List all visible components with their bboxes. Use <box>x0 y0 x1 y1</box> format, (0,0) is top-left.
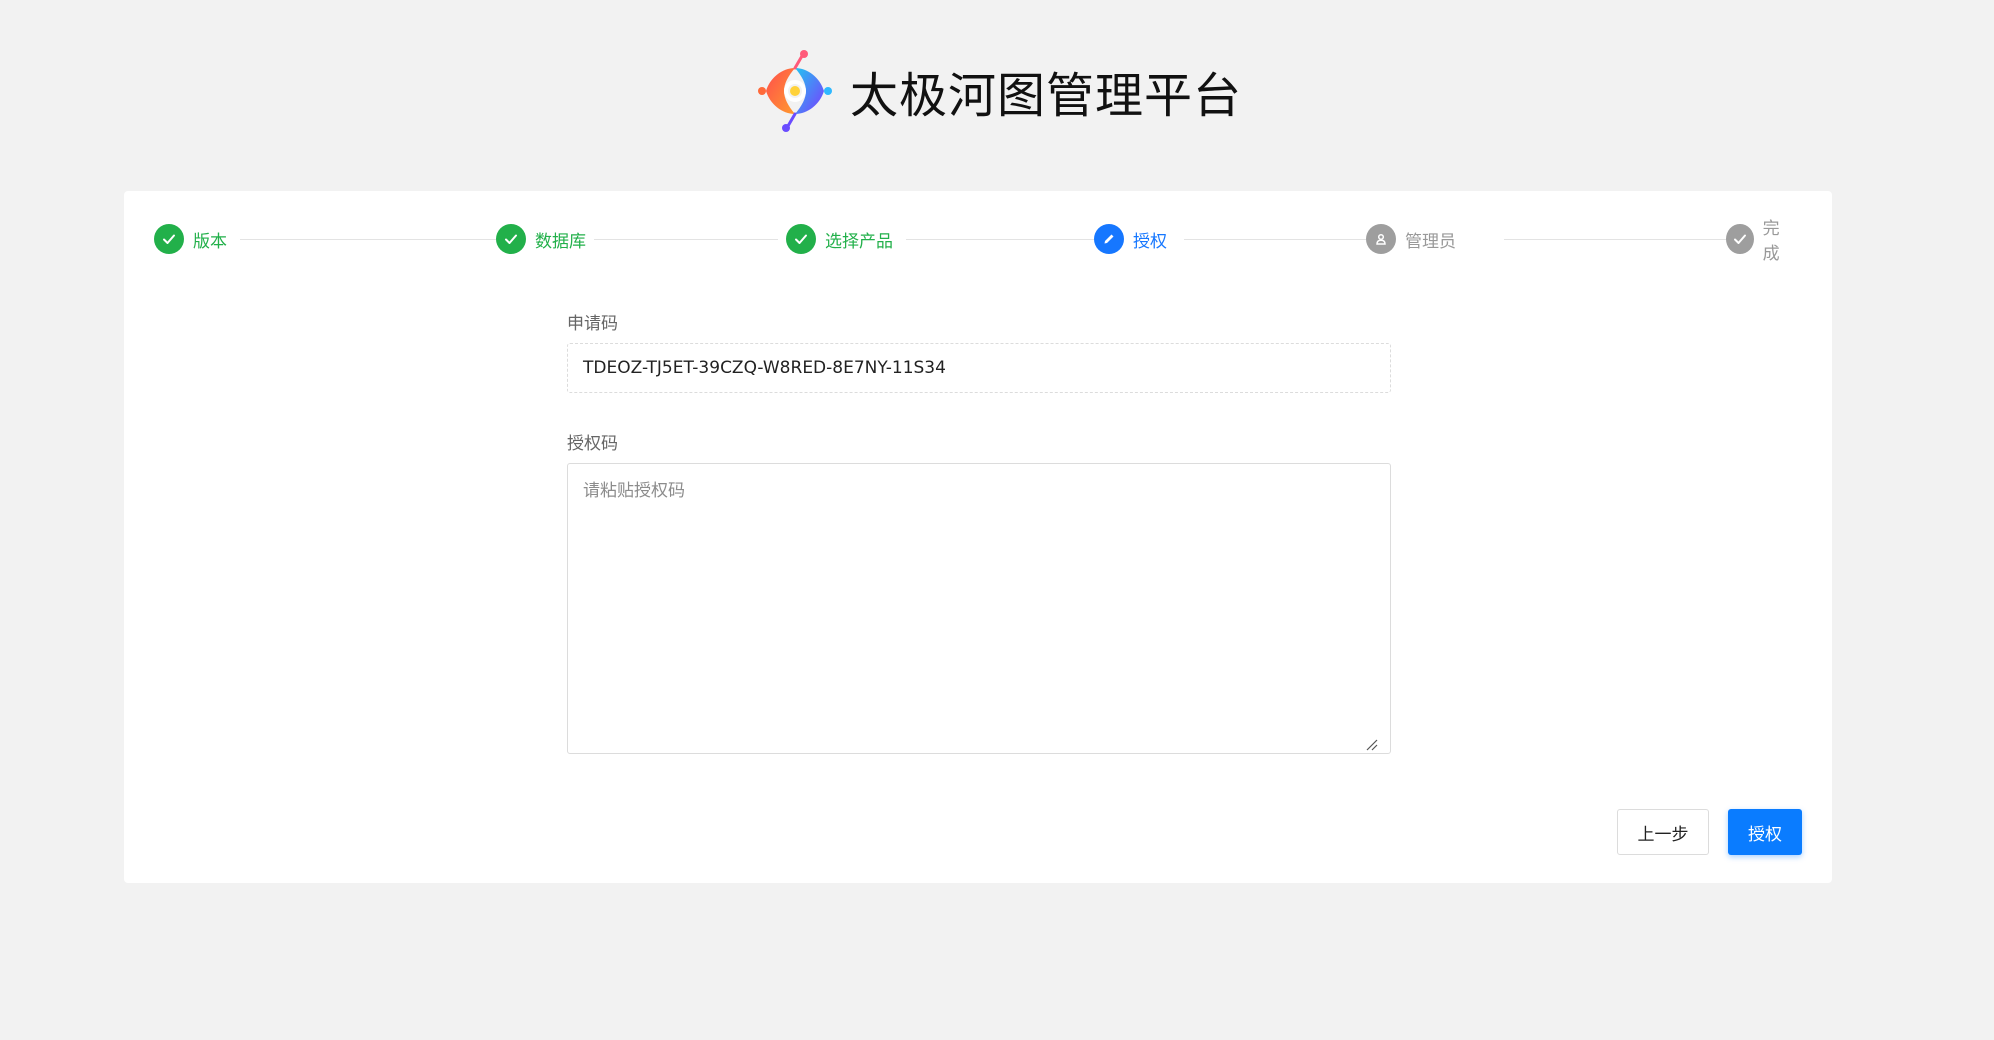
resize-grip-icon[interactable] <box>1364 737 1378 751</box>
step-database: 数据库 <box>496 219 594 259</box>
step-complete: 完成 <box>1726 219 1802 264</box>
check-icon <box>786 224 816 254</box>
request-code-label: 申请码 <box>567 314 618 334</box>
pencil-icon <box>1094 224 1124 254</box>
taiji-logo <box>757 50 832 132</box>
user-icon <box>1366 224 1396 254</box>
step-label: 选择产品 <box>825 231 893 252</box>
request-code-field[interactable]: TDEOZ-TJ5ET-39CZQ-W8RED-8E7NY-11S34 <box>567 343 1391 393</box>
auth-code-input[interactable] <box>567 463 1391 754</box>
page-header: 太极河图管理平台 <box>0 44 1994 138</box>
authorize-button[interactable]: 授权 <box>1728 809 1802 855</box>
step-connector <box>582 239 778 240</box>
prev-step-button[interactable]: 上一步 <box>1617 809 1709 855</box>
step-version: 版本 <box>154 219 235 259</box>
step-label: 授权 <box>1133 231 1167 252</box>
step-label: 管理员 <box>1405 231 1456 252</box>
app-title: 太极河图管理平台 <box>849 68 1242 124</box>
step-authorize: 授权 <box>1094 219 1175 259</box>
step-connector <box>240 239 496 240</box>
check-icon <box>1726 224 1754 254</box>
setup-card: 版本 数据库 选择产品 授权 管理员 完成 申请码 TDEOZ-TJ5ET-39… <box>124 191 1832 883</box>
step-connector <box>1504 239 1754 240</box>
step-connector <box>906 239 1122 240</box>
check-icon <box>154 224 184 254</box>
step-label: 数据库 <box>535 231 586 252</box>
auth-code-label: 授权码 <box>567 434 618 454</box>
check-icon <box>496 224 526 254</box>
step-label: 版本 <box>193 231 227 252</box>
step-label: 完成 <box>1762 219 1780 264</box>
steps-bar: 版本 数据库 选择产品 授权 管理员 完成 <box>154 219 1802 264</box>
step-admin: 管理员 <box>1366 219 1464 259</box>
step-select-product: 选择产品 <box>786 219 901 259</box>
